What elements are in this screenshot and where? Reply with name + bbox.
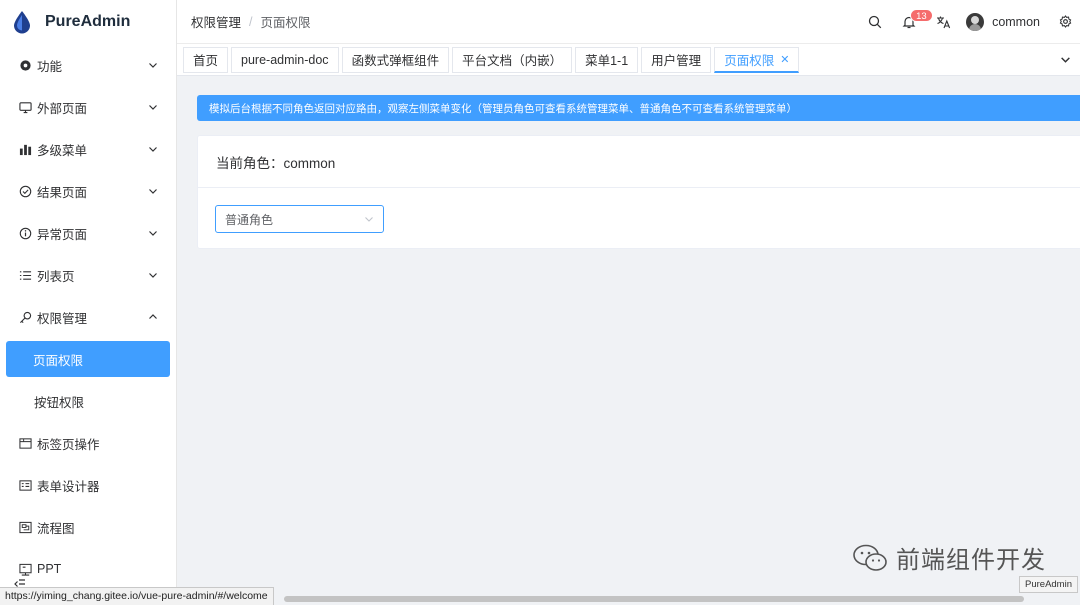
sidebar-item-label: 功能 (37, 59, 63, 74)
alert-text: 模拟后台根据不同角色返回对应路由，观察左侧菜单变化（管理员角色可查看系统管理菜单… (209, 102, 797, 115)
tab-label: pure-admin-doc (241, 52, 329, 67)
sidebar-subitem-button-permission[interactable]: 按钮权限 (0, 380, 176, 422)
sidebar-item-flowchart[interactable]: 流程图 (0, 506, 176, 548)
tabs-more-button[interactable] (1050, 44, 1080, 76)
logo[interactable]: PureAdmin (0, 0, 176, 44)
chevron-down-icon (149, 105, 157, 110)
header-actions: 13 common (858, 0, 1080, 44)
sidebar-item-label: 表单设计器 (37, 479, 100, 494)
info-alert: 模拟后台根据不同角色返回对应路由，观察左侧菜单变化（管理员角色可查看系统管理菜单… (197, 95, 1080, 121)
sidebar-item-external[interactable]: 外部页面 (0, 86, 176, 128)
sidebar-item-label: PPT (37, 562, 62, 576)
card-header: 当前角色：common (198, 136, 1080, 188)
sidebar-item-label: 列表页 (37, 269, 75, 284)
role-select[interactable]: 普通角色 (215, 205, 384, 233)
language-button[interactable] (926, 0, 960, 44)
watermark-text: 前端组件开发 (896, 546, 1046, 574)
sidebar-item-label: 结果页面 (37, 185, 88, 200)
form-icon (18, 478, 32, 492)
chevron-down-icon (149, 189, 157, 194)
notification-button[interactable]: 13 (892, 0, 933, 44)
horizontal-scrollbar[interactable] (284, 596, 1024, 602)
sidebar-item-tabs-ops[interactable]: 标签页操作 (0, 422, 176, 464)
sidebar-item-error[interactable]: 异常页面 (0, 212, 176, 254)
sidebar-subitem-page-permission[interactable]: 页面权限 (6, 341, 170, 377)
breadcrumb-item-current: 页面权限 (260, 16, 311, 30)
sidebar-item-permission[interactable]: 权限管理 (0, 296, 176, 338)
sidebar-subitem-label: 页面权限 (33, 353, 84, 368)
username: common (992, 14, 1040, 29)
main-content: 模拟后台根据不同角色返回对应路由，观察左侧菜单变化（管理员角色可查看系统管理菜单… (177, 77, 1080, 605)
top-header: 权限管理 / 页面权限 13 common (177, 0, 1080, 44)
tab-label: 用户管理 (651, 54, 702, 68)
ppt-icon (18, 562, 32, 576)
info-circle-icon (18, 226, 32, 240)
chevron-down-icon (149, 273, 157, 278)
check-circle-icon (18, 184, 32, 198)
monitor-icon (18, 100, 32, 114)
sidebar-item-form-designer[interactable]: 表单设计器 (0, 464, 176, 506)
chevron-down-icon (365, 217, 373, 222)
sidebar-item-label: 流程图 (37, 521, 75, 536)
app-name: PureAdmin (45, 13, 131, 30)
sidebar-item-list[interactable]: 列表页 (0, 254, 176, 296)
tab-dialog-component[interactable]: 函数式弹框组件 (341, 46, 450, 73)
role-card: 当前角色：common 普通角色 (197, 135, 1080, 249)
tab-user-management[interactable]: 用户管理 (641, 46, 712, 73)
role-select-value: 普通角色 (225, 212, 274, 227)
tooltip: PureAdmin (1019, 576, 1078, 593)
chevron-down-icon (149, 147, 157, 152)
tab-label: 菜单1-1 (585, 54, 629, 68)
avatar (966, 12, 985, 31)
sidebar-item-label: 异常页面 (37, 227, 88, 242)
chevron-down-icon (149, 231, 157, 236)
user-menu[interactable]: common (960, 0, 1050, 44)
sidebar: PureAdmin 功能 外部页面 多级菜单 结果页面 异常页面 列表页 权限管… (0, 0, 177, 605)
tab-label: 首页 (193, 54, 219, 68)
breadcrumb-separator: / (249, 14, 253, 29)
sidebar-item-label: 权限管理 (37, 311, 88, 326)
wechat-icon (853, 544, 887, 571)
sidebar-menu: 功能 外部页面 多级菜单 结果页面 异常页面 列表页 权限管理 页面权限 按钮权… (0, 44, 176, 590)
tab-home[interactable]: 首页 (183, 46, 229, 73)
key-icon (18, 310, 32, 324)
tab-label: 页面权限 (724, 53, 775, 68)
sidebar-item-features[interactable]: 功能 (0, 44, 176, 86)
sidebar-item-ppt[interactable]: PPT (0, 548, 176, 590)
gear-icon (18, 58, 32, 72)
gear-icon (1059, 15, 1071, 28)
chevron-down-icon (149, 63, 157, 68)
breadcrumb-item[interactable]: 权限管理 (191, 12, 241, 31)
chevron-up-icon (149, 314, 157, 319)
logo-drop-icon (14, 11, 30, 34)
card-title: 当前角色：common (216, 155, 336, 171)
watermark: 前端组件开发 (852, 540, 1046, 575)
sidebar-subitem-label: 按钮权限 (34, 395, 85, 410)
tab-menu-1-1[interactable]: 菜单1-1 (575, 46, 639, 73)
sidebar-item-label: 标签页操作 (37, 437, 100, 452)
list-icon (18, 268, 32, 282)
settings-button[interactable] (1050, 0, 1080, 44)
close-icon[interactable]: ✕ (780, 53, 789, 66)
tag-views-bar: 首页 pure-admin-doc 函数式弹框组件 平台文档（内嵌） 菜单1-1… (177, 44, 1080, 76)
tab-pure-admin-doc[interactable]: pure-admin-doc (231, 46, 339, 73)
tab-icon (18, 436, 32, 450)
search-icon (868, 15, 882, 28)
tab-platform-docs[interactable]: 平台文档（内嵌） (452, 46, 573, 73)
status-bar-url: https://yiming_chang.gitee.io/vue-pure-a… (0, 587, 274, 605)
breadcrumb: 权限管理 / 页面权限 (177, 12, 311, 31)
sidebar-item-label: 多级菜单 (37, 143, 88, 158)
card-body: 普通角色 (198, 188, 1080, 233)
tab-page-permission[interactable]: 页面权限 ✕ (714, 46, 800, 73)
tab-label: 平台文档（内嵌） (462, 54, 563, 68)
bar-chart-icon (18, 142, 32, 156)
translate-icon (936, 16, 950, 28)
search-button[interactable] (858, 0, 892, 44)
sidebar-item-multilevel[interactable]: 多级菜单 (0, 128, 176, 170)
chevron-down-icon (1060, 57, 1070, 63)
sidebar-item-label: 外部页面 (37, 101, 88, 116)
flowchart-icon (18, 520, 32, 534)
tab-label: 函数式弹框组件 (351, 54, 440, 68)
sidebar-item-result[interactable]: 结果页面 (0, 170, 176, 212)
